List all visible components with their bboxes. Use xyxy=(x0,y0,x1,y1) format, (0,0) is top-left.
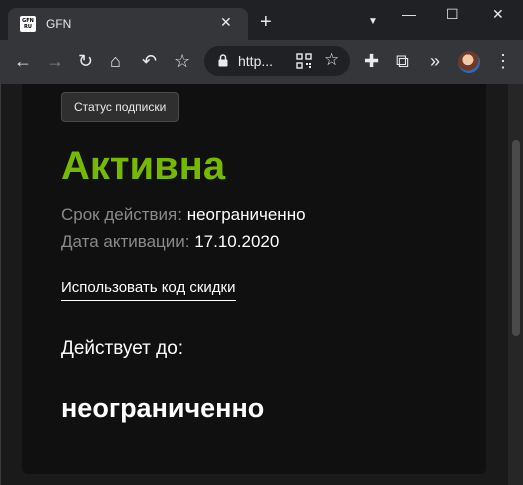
new-tab-button[interactable]: + xyxy=(260,12,272,32)
back-icon[interactable]: ← xyxy=(14,50,32,72)
valid-until-value: неограниченно xyxy=(61,393,265,423)
subscription-status-button[interactable]: Статус подписки xyxy=(61,92,180,122)
tab-search-icon[interactable]: ▼ xyxy=(368,16,378,27)
title-bar: GFN RU GFN ✕ + ▼ — ☐ ✕ xyxy=(0,0,523,40)
page-viewport: Статус подписки Активна Срок действия: н… xyxy=(0,84,523,485)
forward-icon[interactable]: → xyxy=(46,50,64,72)
activation-date-label: Дата активации: xyxy=(61,232,190,251)
lock-icon[interactable] xyxy=(218,54,228,67)
reload-icon[interactable]: ↻ xyxy=(78,50,93,72)
tab-title: GFN xyxy=(46,17,72,31)
address-bar[interactable]: http... ☆ xyxy=(204,46,350,76)
valid-until-label: Действует до: xyxy=(61,338,184,359)
bookmark-star-icon[interactable]: ☆ xyxy=(174,50,190,72)
home-icon[interactable]: ⌂ xyxy=(110,50,121,72)
activation-date-value: 17.10.2020 xyxy=(194,232,280,251)
validity-value: неограниченно xyxy=(186,205,306,224)
close-window-icon[interactable]: ✕ xyxy=(492,6,504,23)
undo-icon[interactable]: ↶ xyxy=(142,50,157,72)
profile-avatar[interactable] xyxy=(458,51,480,73)
qr-code-icon[interactable] xyxy=(296,53,312,69)
extensions-icon[interactable]: ✚ xyxy=(364,50,379,72)
url-text[interactable]: http... xyxy=(238,53,273,69)
close-tab-icon[interactable]: ✕ xyxy=(220,14,232,31)
gfn-favicon-icon: GFN RU xyxy=(20,16,36,32)
scrollbar-thumb[interactable] xyxy=(512,140,520,336)
scrollbar[interactable] xyxy=(508,84,523,485)
page-edge-divider xyxy=(0,84,1,485)
validity-row: Срок действия: неограниченно xyxy=(61,205,306,225)
subscription-status-title: Активна xyxy=(61,144,226,188)
browser-tab[interactable]: GFN RU GFN ✕ xyxy=(8,8,248,40)
extensions-overflow-icon[interactable]: » xyxy=(430,50,440,72)
activation-date-row: Дата активации: 17.10.2020 xyxy=(61,232,279,252)
minimize-icon[interactable]: — xyxy=(402,6,416,22)
crop-icon[interactable]: ⧉ xyxy=(396,50,409,72)
use-discount-code-link[interactable]: Использовать код скидки xyxy=(61,279,236,301)
menu-icon[interactable]: ⋮ xyxy=(494,50,512,72)
bookmark-page-icon[interactable]: ☆ xyxy=(324,50,339,70)
validity-label: Срок действия: xyxy=(61,205,182,224)
maximize-icon[interactable]: ☐ xyxy=(446,6,459,23)
browser-toolbar: ← → ↻ ⌂ ↶ ☆ http... ☆ ✚ ⧉ » ⋮ xyxy=(0,40,523,84)
